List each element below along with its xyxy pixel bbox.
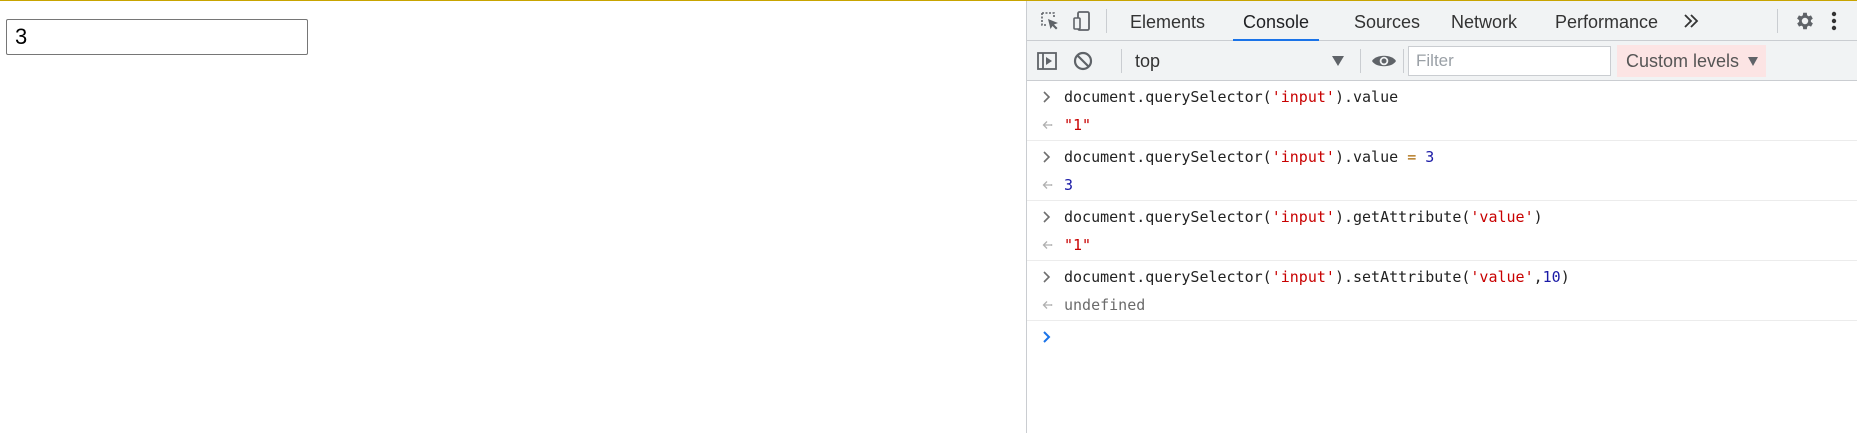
show-console-sidebar-icon[interactable] <box>1036 50 1058 72</box>
console-messages: document.querySelector('input').value "1… <box>1027 81 1857 353</box>
console-input-line[interactable]: document.querySelector('input').value = … <box>1027 143 1857 171</box>
console-entry: document.querySelector('input').setAttri… <box>1027 261 1857 321</box>
console-entry: document.querySelector('input').getAttri… <box>1027 201 1857 261</box>
toolbar-divider <box>1106 9 1107 33</box>
context-selector[interactable]: top <box>1127 41 1352 80</box>
tab-network[interactable]: Network <box>1451 1 1517 40</box>
more-tabs-chevron-icon[interactable] <box>1680 10 1702 32</box>
page-text-input[interactable] <box>6 19 308 55</box>
input-chevron-icon <box>1043 271 1051 283</box>
console-toolbar: top Custom levels <box>1027 41 1857 81</box>
devtools-tabbar: Elements Console Sources Network Perform… <box>1027 1 1857 41</box>
console-result-line: 3 <box>1027 171 1857 199</box>
console-prompt[interactable] <box>1027 321 1857 353</box>
result-arrow-icon <box>1042 181 1053 189</box>
dropdown-triangle-icon <box>1332 56 1344 66</box>
console-command: document.querySelector('input').value = … <box>1064 148 1435 166</box>
context-selector-label: top <box>1135 51 1161 71</box>
result-arrow-icon <box>1042 301 1053 309</box>
console-result-value: undefined <box>1064 296 1146 314</box>
tab-performance[interactable]: Performance <box>1555 1 1658 40</box>
kebab-menu-icon[interactable] <box>1827 10 1841 32</box>
input-chevron-icon <box>1043 151 1051 163</box>
console-command: document.querySelector('input').setAttri… <box>1064 268 1570 286</box>
console-entry: document.querySelector('input').value "1… <box>1027 81 1857 141</box>
console-filter-input[interactable] <box>1408 46 1611 76</box>
console-result-line: "1" <box>1027 231 1857 259</box>
toolbar-divider <box>1777 9 1778 33</box>
console-result-value: "1" <box>1064 116 1092 134</box>
log-levels-dropdown[interactable]: Custom levels <box>1617 45 1766 77</box>
log-levels-label: Custom levels <box>1626 51 1740 71</box>
tab-console[interactable]: Console <box>1232 1 1320 41</box>
console-result-line: "1" <box>1027 111 1857 139</box>
clear-console-icon[interactable] <box>1072 50 1094 72</box>
result-arrow-icon <box>1042 241 1053 249</box>
page-viewport <box>0 1 1026 433</box>
input-chevron-icon <box>1043 211 1051 223</box>
devtools-panel: Elements Console Sources Network Perform… <box>1026 1 1857 433</box>
result-arrow-icon <box>1042 121 1053 129</box>
inspect-element-icon[interactable] <box>1039 10 1061 32</box>
console-result-value: 3 <box>1064 176 1074 194</box>
console-input-line[interactable]: document.querySelector('input').getAttri… <box>1027 203 1857 231</box>
console-result-value: "1" <box>1064 236 1092 254</box>
tab-sources[interactable]: Sources <box>1354 1 1420 40</box>
toolbar-divider <box>1121 49 1122 73</box>
live-expression-eye-icon[interactable] <box>1370 50 1398 72</box>
toolbar-divider <box>1360 49 1361 73</box>
console-entry: document.querySelector('input').value = … <box>1027 141 1857 201</box>
console-input-line[interactable]: document.querySelector('input').setAttri… <box>1027 263 1857 291</box>
console-input-line[interactable]: document.querySelector('input').value <box>1027 83 1857 111</box>
prompt-chevron-icon <box>1043 331 1051 343</box>
toolbar-divider <box>1403 49 1404 73</box>
device-toolbar-icon[interactable] <box>1071 10 1093 32</box>
tab-elements[interactable]: Elements <box>1130 1 1205 40</box>
input-chevron-icon <box>1043 91 1051 103</box>
console-command: document.querySelector('input').getAttri… <box>1064 208 1543 226</box>
dropdown-triangle-icon <box>1748 57 1758 66</box>
console-result-line: undefined <box>1027 291 1857 319</box>
console-command: document.querySelector('input').value <box>1064 88 1399 106</box>
gear-icon[interactable] <box>1794 10 1816 32</box>
